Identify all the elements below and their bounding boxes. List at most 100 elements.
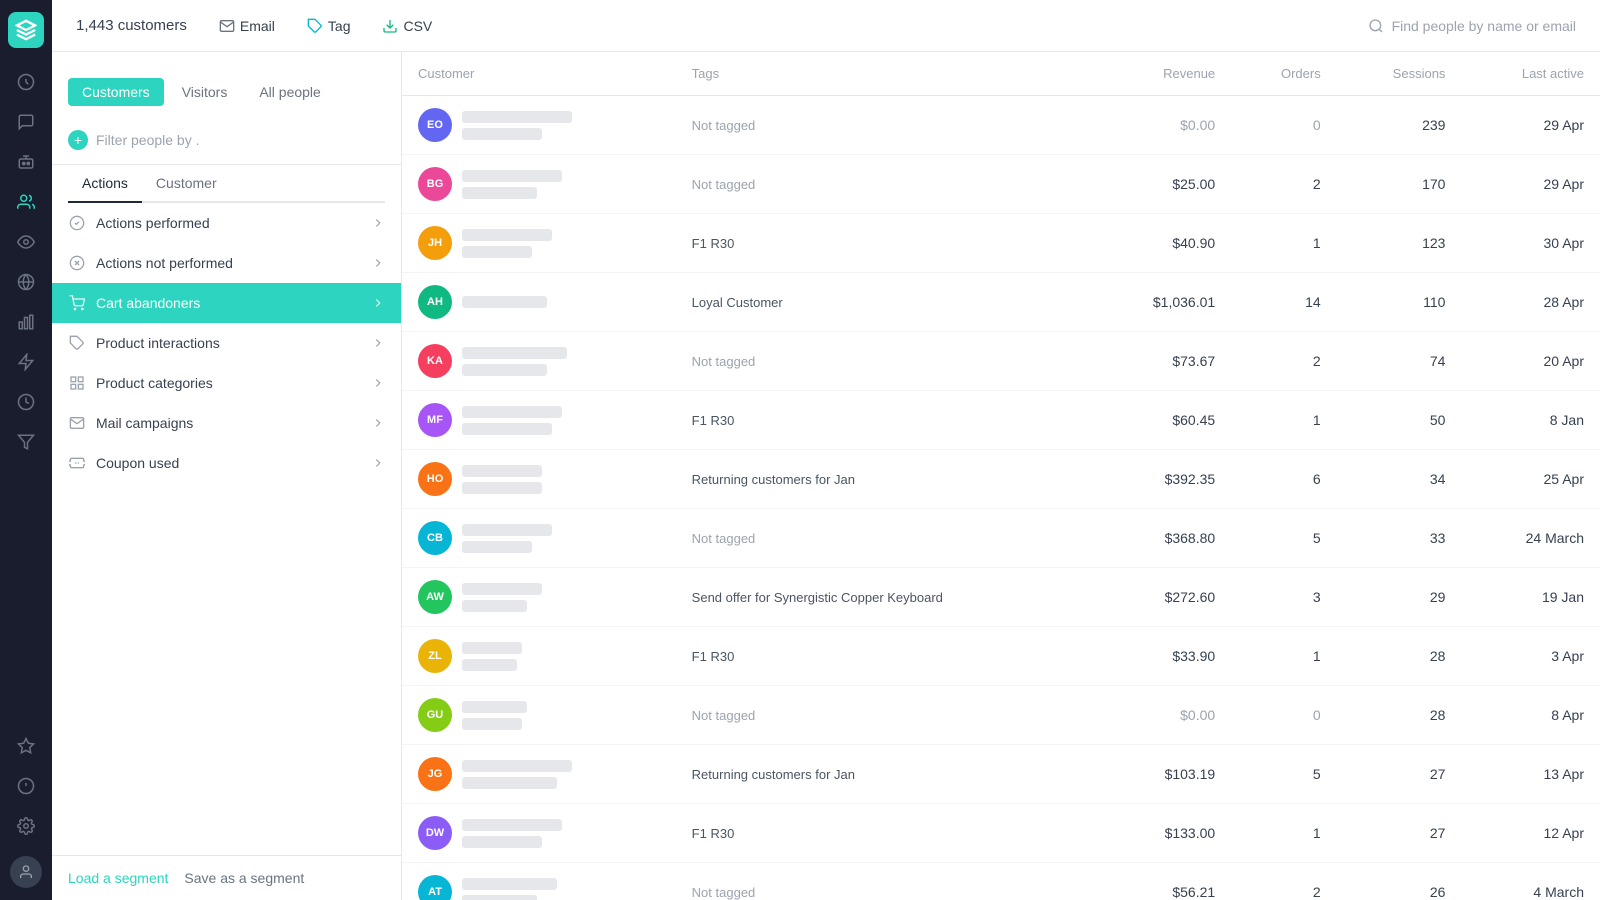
name-blur-1: [462, 878, 557, 890]
table-row[interactable]: ZL F1 R30 $33.90 1 28 3 Apr: [402, 627, 1600, 686]
menu-item-product-categories[interactable]: Product categories: [52, 363, 401, 403]
sessions-cell: 26: [1337, 863, 1462, 900]
sessions-cell: 28: [1337, 627, 1462, 686]
user-avatar[interactable]: [10, 856, 42, 888]
mail-icon: [68, 414, 86, 432]
orders-cell: 1: [1231, 627, 1337, 686]
revenue-cell: $0.00: [1092, 96, 1231, 155]
sidebar-users-icon[interactable]: [8, 184, 44, 220]
table-row[interactable]: GU Not tagged $0.00 0 28 8 Apr: [402, 686, 1600, 745]
sidebar: [0, 0, 52, 900]
app-logo[interactable]: [8, 12, 44, 48]
email-action[interactable]: Email: [211, 14, 283, 38]
name-blur-1: [462, 760, 572, 772]
revenue-cell: $1,036.01: [1092, 273, 1231, 332]
name-blur-2: [462, 541, 532, 553]
menu-item-product-interactions[interactable]: Product interactions: [52, 323, 401, 363]
name-blur-1: [462, 642, 522, 654]
sidebar-lightning-icon[interactable]: [8, 344, 44, 380]
tag-cell: Not tagged: [676, 863, 1093, 900]
tab-visitors[interactable]: Visitors: [168, 78, 242, 106]
last-active-cell: 3 Apr: [1461, 627, 1600, 686]
email-icon: [219, 18, 235, 34]
tag-value: F1 R30: [692, 826, 735, 841]
main-content: 1,443 customers Email Tag CSV: [52, 0, 1600, 900]
menu-item-actions-performed[interactable]: Actions performed: [52, 203, 401, 243]
table-row[interactable]: EO Not tagged $0.00 0 239 29 Apr: [402, 96, 1600, 155]
sidebar-star-icon[interactable]: [8, 728, 44, 764]
table-row[interactable]: AT Not tagged $56.21 2 26 4 March: [402, 863, 1600, 900]
avatar: HO: [418, 462, 452, 496]
table-row[interactable]: DW F1 R30 $133.00 1 27 12 Apr: [402, 804, 1600, 863]
sidebar-bot-icon[interactable]: [8, 144, 44, 180]
menu-item-coupon-used[interactable]: Coupon used: [52, 443, 401, 483]
name-blur-1: [462, 819, 562, 831]
col-revenue: Revenue: [1092, 52, 1231, 96]
tag-value: F1 R30: [692, 236, 735, 251]
name-blur-2: [462, 187, 537, 199]
tab-all-people[interactable]: All people: [245, 78, 335, 106]
sidebar-messages-icon[interactable]: [8, 104, 44, 140]
orders-cell: 3: [1231, 568, 1337, 627]
sidebar-alert-icon[interactable]: [8, 768, 44, 804]
customer-cell: JH: [402, 214, 676, 273]
table-row[interactable]: MF F1 R30 $60.45 1 50 8 Jan: [402, 391, 1600, 450]
sidebar-eye-icon[interactable]: [8, 224, 44, 260]
sidebar-analytics-icon[interactable]: [8, 64, 44, 100]
customer-cell: CB: [402, 509, 676, 568]
sidebar-bar-chart-icon[interactable]: [8, 304, 44, 340]
revenue-cell: $133.00: [1092, 804, 1231, 863]
last-active-cell: 12 Apr: [1461, 804, 1600, 863]
tab-customers[interactable]: Customers: [68, 78, 164, 106]
tab-actions[interactable]: Actions: [68, 165, 142, 203]
tag-action[interactable]: Tag: [299, 14, 359, 38]
chevron-right-icon-4: [371, 336, 385, 350]
table-row[interactable]: CB Not tagged $368.80 5 33 24 March: [402, 509, 1600, 568]
tag-value: Send offer for Synergistic Copper Keyboa…: [692, 590, 943, 605]
table-row[interactable]: HO Returning customers for Jan $392.35 6…: [402, 450, 1600, 509]
avatar: AH: [418, 285, 452, 319]
name-blur-2: [462, 128, 542, 140]
content-area: Customers Visitors All people + Filter p…: [52, 52, 1600, 900]
customer-cell: KA: [402, 332, 676, 391]
revenue-cell: $272.60: [1092, 568, 1231, 627]
search-placeholder: Find people by name or email: [1392, 18, 1576, 34]
table-row[interactable]: AH Loyal Customer $1,036.01 14 110 28 Ap…: [402, 273, 1600, 332]
last-active-cell: 8 Jan: [1461, 391, 1600, 450]
sidebar-settings-icon[interactable]: [8, 808, 44, 844]
table-row[interactable]: AW Send offer for Synergistic Copper Key…: [402, 568, 1600, 627]
csv-action[interactable]: CSV: [374, 14, 440, 38]
add-filter-button[interactable]: +: [68, 130, 88, 150]
tag-cell: Not tagged: [676, 686, 1093, 745]
sidebar-filter-icon[interactable]: [8, 424, 44, 460]
menu-item-actions-not-performed[interactable]: Actions not performed: [52, 243, 401, 283]
last-active-cell: 29 Apr: [1461, 155, 1600, 214]
chevron-right-icon-2: [371, 256, 385, 270]
tab-customer[interactable]: Customer: [142, 165, 231, 203]
menu-label-product-categories: Product categories: [96, 375, 213, 391]
name-blur-2: [462, 836, 542, 848]
sessions-cell: 34: [1337, 450, 1462, 509]
search-bar[interactable]: Find people by name or email: [1368, 18, 1576, 34]
table-row[interactable]: KA Not tagged $73.67 2 74 20 Apr: [402, 332, 1600, 391]
name-blur-2: [462, 600, 527, 612]
menu-item-cart-abandoners[interactable]: Cart abandoners: [52, 283, 401, 323]
menu-label-actions-not-performed: Actions not performed: [96, 255, 233, 271]
table-row[interactable]: JH F1 R30 $40.90 1 123 30 Apr: [402, 214, 1600, 273]
menu-list: Actions performed Actions not performed: [52, 203, 401, 483]
load-segment-button[interactable]: Load a segment: [68, 870, 168, 886]
sessions-cell: 50: [1337, 391, 1462, 450]
sessions-cell: 170: [1337, 155, 1462, 214]
menu-item-mail-campaigns[interactable]: Mail campaigns: [52, 403, 401, 443]
table-row[interactable]: BG Not tagged $25.00 2 170 29 Apr: [402, 155, 1600, 214]
customer-cell: MF: [402, 391, 676, 450]
table-row[interactable]: JG Returning customers for Jan $103.19 5…: [402, 745, 1600, 804]
sessions-cell: 110: [1337, 273, 1462, 332]
save-segment-button[interactable]: Save as a segment: [184, 870, 304, 886]
name-blur-2: [462, 659, 517, 671]
orders-cell: 5: [1231, 745, 1337, 804]
sidebar-globe-icon[interactable]: [8, 264, 44, 300]
sidebar-clock-icon[interactable]: [8, 384, 44, 420]
sessions-cell: 239: [1337, 96, 1462, 155]
menu-label-actions-performed: Actions performed: [96, 215, 210, 231]
